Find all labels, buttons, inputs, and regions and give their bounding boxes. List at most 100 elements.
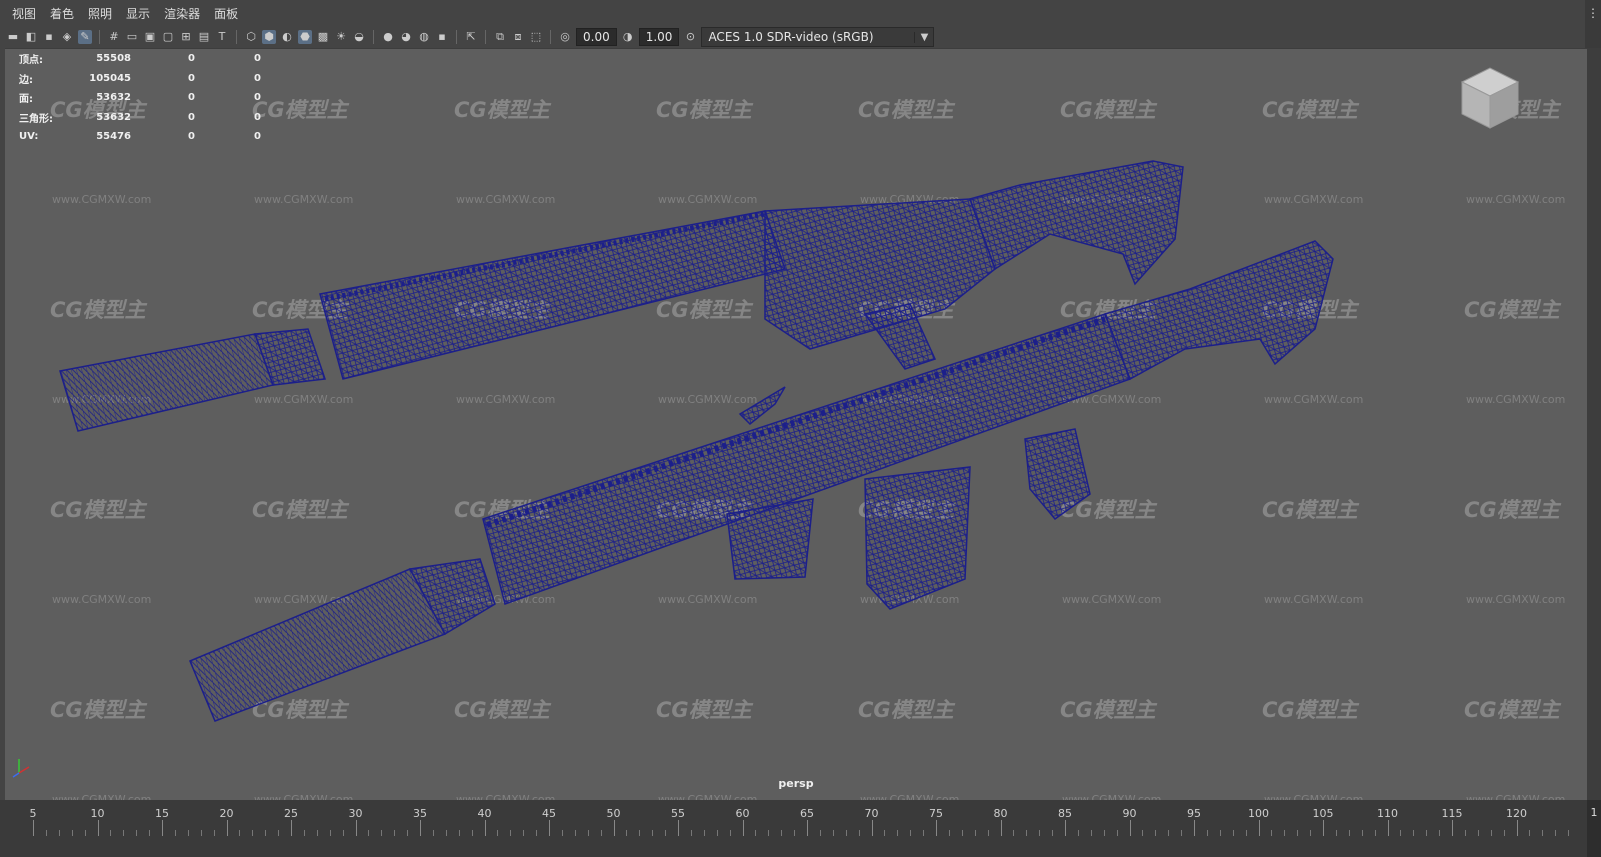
- camera-select-icon[interactable]: ▬: [6, 30, 20, 44]
- ambient-occlusion-icon[interactable]: ●: [381, 30, 395, 44]
- frame-label: 110: [1377, 807, 1398, 820]
- frame-tick-minor: [265, 830, 267, 836]
- menu-show[interactable]: 显示: [126, 5, 150, 22]
- safe-title-icon[interactable]: T: [215, 30, 229, 44]
- camera-label: persp: [778, 777, 814, 790]
- frame-tick-minor: [897, 830, 899, 836]
- exposure-icon[interactable]: ◎: [558, 30, 572, 44]
- frame-label: 70: [864, 807, 879, 820]
- frame-tick-minor: [1013, 830, 1015, 836]
- menu-renderer[interactable]: 渲染器: [164, 5, 200, 22]
- anti-aliasing-icon[interactable]: ◍: [417, 30, 431, 44]
- frame-tick-minor: [1361, 830, 1363, 836]
- grease-pencil-icon[interactable]: ✎: [78, 30, 92, 44]
- frame-tick-minor: [1464, 830, 1466, 836]
- frame-label: 115: [1441, 807, 1463, 820]
- color-management-icon[interactable]: ⊙: [683, 30, 697, 44]
- frame-tick-minor: [600, 830, 602, 836]
- frame-tick-minor: [278, 830, 280, 836]
- frame-tick-minor: [626, 830, 628, 836]
- chevron-down-icon[interactable]: ▼: [914, 31, 933, 43]
- frame-tick-minor: [1439, 830, 1441, 836]
- isolate-select-icon[interactable]: ⇱: [464, 30, 478, 44]
- depth-of-field-icon[interactable]: ▪: [435, 30, 449, 44]
- frame-tick: [1258, 820, 1260, 836]
- menu-shading[interactable]: 着色: [50, 5, 74, 22]
- xray-joints-icon[interactable]: ⧈: [511, 30, 525, 44]
- frame-tick-minor: [1103, 830, 1105, 836]
- poly-count-hud: 顶点: 55508 0 0 边: 105045 0 0 面: 53632 0 0…: [19, 49, 261, 147]
- frame-tick-minor: [303, 830, 305, 836]
- frame-label: 80: [993, 807, 1008, 820]
- motion-blur-icon[interactable]: ◕: [399, 30, 413, 44]
- frame-label: 90: [1122, 807, 1137, 820]
- maya-viewport-window: 视图 着色 照明 显示 渲染器 面板 ⋮ ▬ ◧ ▪ ◈ ✎ # ▭ ▣ ▢ ⊞…: [0, 0, 1601, 857]
- frame-tick-minor: [136, 830, 138, 836]
- frame-tick-minor: [819, 830, 821, 836]
- xray-active-icon[interactable]: ⬚: [529, 30, 543, 44]
- frame-tick-minor: [845, 830, 847, 836]
- bookmark-icon[interactable]: ▪: [42, 30, 56, 44]
- resolution-gate-icon[interactable]: ▣: [143, 30, 157, 44]
- image-plane-icon[interactable]: ◈: [60, 30, 74, 44]
- gate-mask-icon[interactable]: ▢: [161, 30, 175, 44]
- frame-tick-minor: [974, 830, 976, 836]
- frame-tick: [355, 820, 357, 836]
- frame-tick: [807, 820, 808, 836]
- lights-icon[interactable]: ☀: [334, 30, 348, 44]
- frame-tick-minor: [1077, 830, 1079, 836]
- frame-tick-minor: [45, 830, 47, 836]
- wireframe-icon[interactable]: ⬡: [244, 30, 258, 44]
- view-transform-dropdown[interactable]: ACES 1.0 SDR-video (sRGB) ▼: [701, 27, 935, 47]
- shadows-icon[interactable]: ◒: [352, 30, 366, 44]
- gamma-field[interactable]: 1.00: [638, 28, 680, 46]
- default-material-icon[interactable]: ◐: [280, 30, 294, 44]
- gamma-icon[interactable]: ◑: [621, 30, 635, 44]
- frame-tick-minor: [84, 830, 86, 836]
- textured-icon[interactable]: ▩: [316, 30, 330, 44]
- frame-tick-minor: [1426, 830, 1428, 836]
- frame-tick-minor: [948, 830, 950, 836]
- menu-panels[interactable]: 面板: [214, 5, 238, 22]
- menu-lighting[interactable]: 照明: [88, 5, 112, 22]
- hud-row-uvs: UV: 55476 0 0: [19, 131, 261, 143]
- frame-label: 60: [735, 807, 750, 820]
- frame-tick-minor: [987, 830, 989, 836]
- frame-tick-minor: [239, 830, 241, 836]
- frame-label: 120: [1506, 807, 1527, 820]
- field-chart-icon[interactable]: ⊞: [179, 30, 193, 44]
- frame-tick-minor: [652, 830, 654, 836]
- lower-suppressor: [189, 568, 447, 722]
- smooth-shade-icon[interactable]: ⬢: [262, 30, 276, 44]
- frame-tick-minor: [368, 830, 370, 836]
- frame-tick-minor: [123, 830, 125, 836]
- frame-label: 25: [284, 807, 298, 820]
- exposure-field[interactable]: 0.00: [576, 28, 617, 46]
- frame-tick: [1000, 820, 1002, 836]
- frame-tick-minor: [445, 830, 447, 836]
- film-gate-icon[interactable]: ▭: [125, 30, 139, 44]
- frame-tick-minor: [1090, 830, 1092, 836]
- wireframe-on-shaded-icon[interactable]: ⬣: [298, 30, 312, 44]
- grid-icon[interactable]: #: [107, 30, 121, 44]
- xray-icon[interactable]: ⧉: [493, 30, 507, 44]
- frame-label: 105: [1312, 807, 1334, 820]
- view-cube[interactable]: [1460, 67, 1520, 129]
- lower-front-magazine: [726, 498, 814, 580]
- frame-tick: [162, 820, 163, 836]
- current-frame-field[interactable]: 1: [1587, 800, 1601, 857]
- frame-tick-minor: [523, 830, 525, 836]
- frame-tick-minor: [471, 830, 473, 836]
- view-transform-value: ACES 1.0 SDR-video (sRGB): [708, 30, 874, 44]
- camera-attributes-icon[interactable]: ◧: [24, 30, 38, 44]
- frame-tick-minor: [1555, 830, 1557, 836]
- frame-tick-minor: [71, 830, 73, 836]
- perspective-viewport[interactable]: CG模型主 www.CGMXW.com CG模型主 www.CGMXW.com CG模型…: [5, 48, 1587, 801]
- panel-toggle-icon[interactable]: ⋮: [1585, 0, 1601, 48]
- time-slider[interactable]: 1 5 10 15 20 25 30 35 40 45 50 55 60 65 70 75 80 85 90 95 1…: [0, 800, 1601, 857]
- hud-row-faces: 面: 53632 0 0: [19, 92, 261, 106]
- safe-action-icon[interactable]: ▤: [197, 30, 211, 44]
- menu-view[interactable]: 视图: [12, 5, 36, 22]
- frame-tick-minor: [1568, 830, 1570, 836]
- frame-tick-minor: [1529, 830, 1531, 836]
